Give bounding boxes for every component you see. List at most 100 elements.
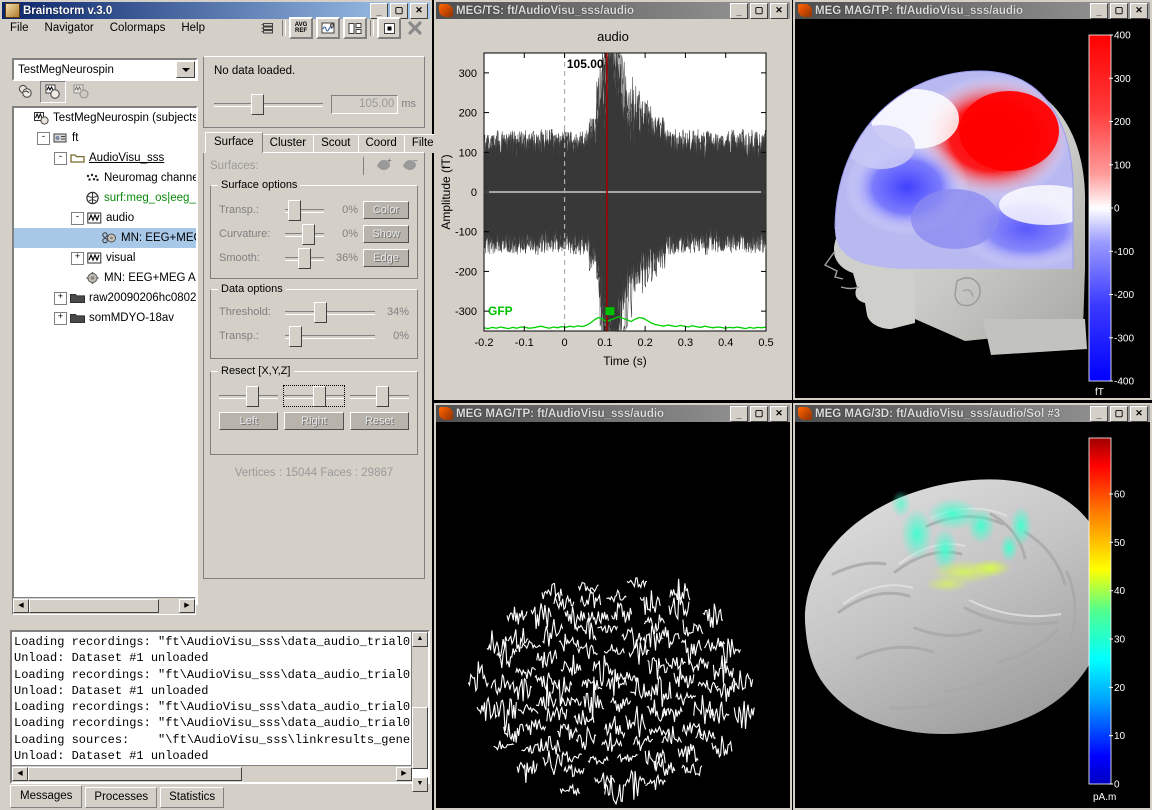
option-slider-knob[interactable] [289,326,302,347]
tree-expander[interactable]: - [54,152,67,165]
option-button[interactable]: Color [363,201,409,219]
log-scroll-left-button[interactable]: ◀ [12,767,28,781]
menu-help[interactable]: Help [173,20,213,36]
tree-expander[interactable]: - [71,212,84,225]
resect-slider-knob[interactable] [376,386,389,407]
option-slider-knob[interactable] [298,248,311,269]
resect-slider-knob[interactable] [313,386,326,407]
tp3d-canvas[interactable]: 4003002001000-100-200-300-400 fT [795,19,1150,398]
option-slider[interactable] [285,248,324,268]
tree-node[interactable]: TestMegNeurospin (subjects) [14,108,196,128]
tree-node[interactable]: MN: EEG+MEG A [14,228,196,248]
resect-slider-knob[interactable] [246,386,259,407]
tree-horizontal-scrollbar[interactable]: ◀ ▶ [12,597,196,615]
protocol-tree[interactable]: TestMegNeurospin (subjects)-ft-AudioVisu… [12,106,198,605]
option-slider-knob[interactable] [288,200,301,221]
timeseries-plot[interactable]: GFP105.00-300-200-1000100200300-0.2-0.10… [436,41,790,391]
option-slider-knob[interactable] [314,302,327,323]
src3d-close-button[interactable]: ✕ [1130,406,1148,422]
tree-node[interactable]: +raw20090206hc080251r [14,288,196,308]
tree-expander[interactable]: + [71,252,84,265]
montage-icon[interactable] [316,17,340,39]
panel-tab-surface[interactable]: Surface [205,132,263,153]
tree-node[interactable]: surf:meg_os|eeg_3s [14,188,196,208]
bottom-tab-messages[interactable]: Messages [10,785,82,808]
tp2d-close-button[interactable]: ✕ [770,406,788,422]
resect-left-button[interactable]: Left [219,412,278,430]
tree-scroll-thumb[interactable] [29,599,159,613]
tp2d-titlebar[interactable]: MEG MAG/TP: ft/AudioVisu_sss/audio _ ▢ ✕ [436,405,790,422]
tp3d-maximize-button[interactable]: ▢ [1110,3,1128,19]
tp3d-close-button[interactable]: ✕ [1130,3,1148,19]
tp3d-minimize-button[interactable]: _ [1090,3,1108,19]
option-button[interactable]: Show [363,225,409,243]
menu-navigator[interactable]: Navigator [37,20,102,36]
menu-colormaps[interactable]: Colormaps [102,20,174,36]
log-scroll-thumb[interactable] [412,707,428,769]
option-slider[interactable] [285,224,324,244]
resect-slider-y[interactable] [284,386,343,406]
tree-expander[interactable]: + [54,292,67,305]
head-topography-render[interactable]: 4003002001000-100-200-300-400 fT [795,19,1150,398]
ts-close-button[interactable]: ✕ [770,3,788,19]
ts-minimize-button[interactable]: _ [730,3,748,19]
timeseries-canvas[interactable]: audio GFP105.00-300-200-1000100200300-0.… [436,19,790,398]
chevron-down-icon[interactable] [176,61,195,78]
panel-tab-coord[interactable]: Coord [358,134,405,153]
tree-node[interactable]: -audio [14,208,196,228]
option-slider-knob[interactable] [302,224,315,245]
add-surface-icon[interactable]: + [376,157,392,175]
tree-scroll-right-button[interactable]: ▶ [179,599,195,613]
time-slider-knob[interactable] [251,94,264,115]
option-slider[interactable] [285,200,324,220]
layers-icon[interactable] [257,18,279,38]
functional-sources-tab[interactable] [68,81,94,103]
tp2d-maximize-button[interactable]: ▢ [750,406,768,422]
timeseries-titlebar[interactable]: MEG/TS: ft/AudioVisu_sss/audio _ ▢ ✕ [436,2,790,19]
log-scroll-right-button[interactable]: ▶ [396,767,412,781]
ts-maximize-button[interactable]: ▢ [750,3,768,19]
tp2d-canvas[interactable] [436,422,790,808]
option-slider[interactable] [285,302,375,322]
src3d-maximize-button[interactable]: ▢ [1110,406,1128,422]
bottom-tab-processes[interactable]: Processes [85,787,157,808]
log-scroll-up-button[interactable]: ▲ [412,632,428,647]
panel-tab-scout[interactable]: Scout [313,134,358,153]
option-slider[interactable] [285,326,375,346]
snapshot-icon[interactable] [377,17,401,39]
resect-slider-z[interactable] [350,386,409,406]
tree-node[interactable]: -AudioVisu_sss [14,148,196,168]
tree-node[interactable]: Neuromag channels [14,168,196,188]
functional-data-tab[interactable] [40,81,66,103]
tree-node[interactable]: -ft [14,128,196,148]
tp3d-titlebar[interactable]: MEG MAG/TP: ft/AudioVisu_sss/audio _ ▢ ✕ [795,2,1150,19]
close-all-icon[interactable] [404,18,426,38]
resect-right-button[interactable]: Right [284,412,343,430]
menu-file[interactable]: File [2,20,37,36]
log-horizontal-scrollbar[interactable]: ◀ ▶ [12,765,412,782]
src3d-titlebar[interactable]: MEG MAG/3D: ft/AudioVisu_sss/audio/Sol #… [795,405,1150,422]
time-value-field[interactable]: 105.00 [331,95,398,114]
panel-tab-cluster[interactable]: Cluster [262,134,314,153]
src3d-canvas[interactable]: 6050403020100 pA.m [795,422,1150,808]
log-hscroll-thumb[interactable] [28,767,242,781]
tp2d-minimize-button[interactable]: _ [730,406,748,422]
avg-ref-icon[interactable]: AVGREF [289,17,313,39]
tree-node[interactable]: +somMDYO-18av [14,308,196,328]
layout-icon[interactable] [343,17,367,39]
src3d-minimize-button[interactable]: _ [1090,406,1108,422]
tree-node[interactable]: +visual [14,248,196,268]
tree-node[interactable]: MN: EEG+MEG ALL(K [14,268,196,288]
option-button[interactable]: Edge [363,249,409,267]
sensor-array-plot[interactable] [436,422,790,807]
tree-expander[interactable]: - [37,132,50,145]
anatomy-tab[interactable] [12,81,38,103]
tree-scroll-left-button[interactable]: ◀ [13,599,29,613]
cortex-surface-render[interactable]: 6050403020100 pA.m [795,422,1150,808]
remove-surface-icon[interactable]: − [402,157,418,175]
resect-reset-button[interactable]: Reset [350,412,409,430]
bottom-tab-statistics[interactable]: Statistics [160,787,224,808]
tree-expander[interactable]: + [54,312,67,325]
time-slider[interactable] [214,94,323,114]
log-scroll-down-button[interactable]: ▼ [412,777,428,792]
